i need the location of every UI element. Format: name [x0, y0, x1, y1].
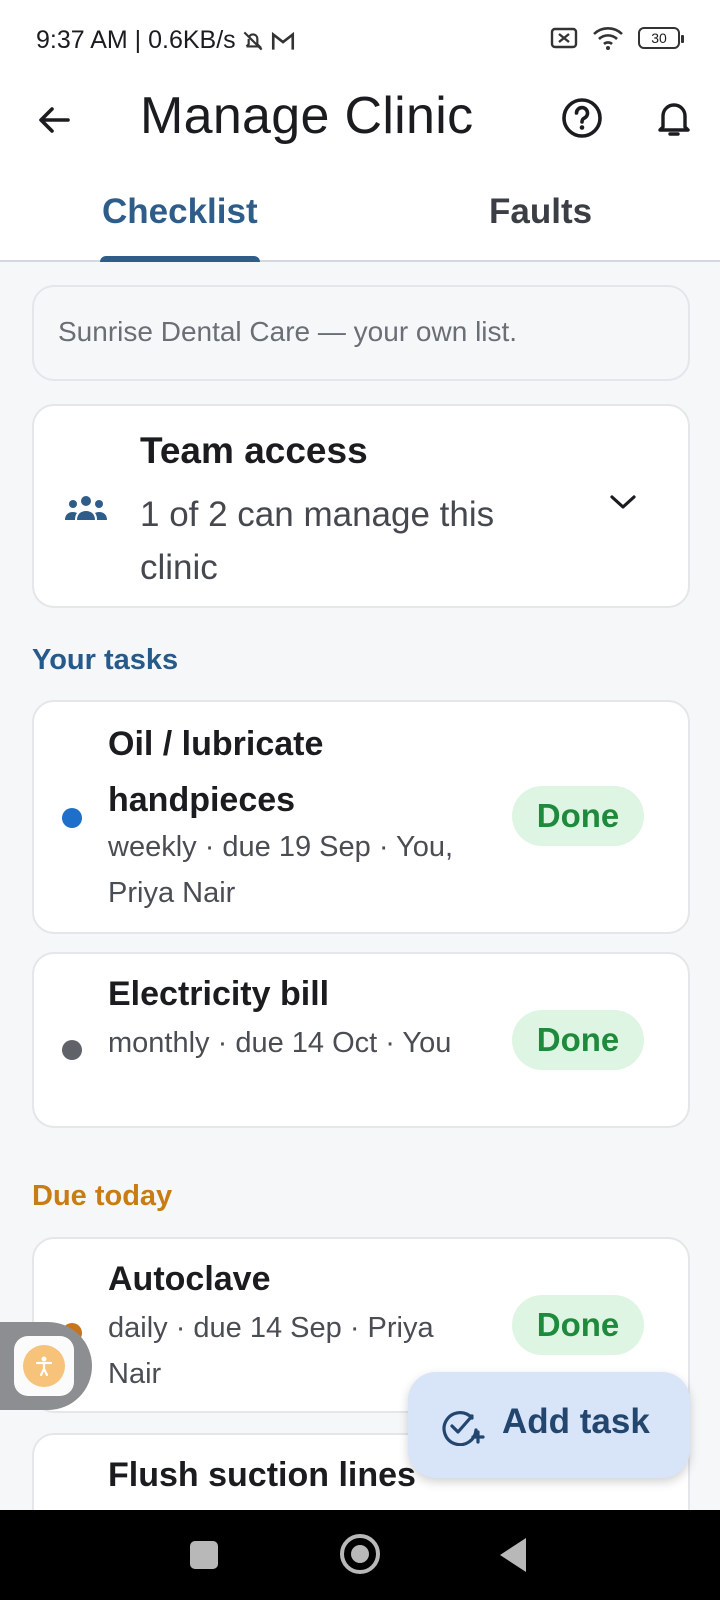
tab-bar: Checklist Faults: [0, 176, 720, 262]
team-access-subtitle: 1 of 2 can manage this clinic: [140, 495, 495, 587]
task-meta: weekly · due 19 Sep · You, Priya Nair: [108, 831, 454, 909]
back-arrow-icon[interactable]: [34, 100, 74, 140]
add-task-label: Add task: [502, 1402, 650, 1441]
task-card[interactable]: Electricity bill monthly · due 14 Oct · …: [32, 952, 690, 1128]
accessibility-float-button[interactable]: [0, 1322, 92, 1410]
battery-icon: 30: [638, 27, 684, 49]
app-bar: Manage Clinic: [0, 80, 720, 176]
status-time: 9:37 AM | 0.6KB/s: [36, 26, 236, 54]
accessibility-icon: [23, 1345, 65, 1387]
section-due-today: Due today: [32, 1180, 173, 1212]
team-access-card[interactable]: Team access 1 of 2 can manage this clini…: [32, 404, 690, 608]
bell-off-icon: [243, 31, 263, 50]
recents-icon[interactable]: [190, 1541, 218, 1569]
help-icon[interactable]: [560, 96, 604, 140]
status-bar: 9:37 AM | 0.6KB/s 30: [0, 0, 720, 80]
status-dot: [62, 808, 82, 828]
info-banner: Sunrise Dental Care — your own list.: [32, 285, 690, 381]
gmail-icon: [271, 31, 294, 50]
home-icon[interactable]: [340, 1534, 380, 1574]
battery-level: 30: [651, 30, 667, 46]
chevron-down-icon[interactable]: [608, 492, 638, 512]
sim-x-icon: [550, 27, 578, 49]
task-card[interactable]: Oil / lubricate handpieces weekly · due …: [32, 700, 690, 934]
done-button[interactable]: Done: [512, 1010, 644, 1070]
section-your-tasks: Your tasks: [32, 644, 179, 676]
notifications-bell-icon[interactable]: [652, 96, 696, 140]
info-banner-text: Sunrise Dental Care — your own list.: [58, 316, 518, 347]
done-button[interactable]: Done: [512, 786, 644, 846]
task-name: Electricity bill: [108, 975, 330, 1013]
active-tab-indicator: [100, 256, 260, 262]
status-right: 30: [550, 26, 684, 50]
team-access-title: Team access: [140, 430, 368, 471]
team-group-icon: [65, 496, 107, 520]
add-task-button[interactable]: Add task: [408, 1372, 690, 1478]
status-dot: [62, 1040, 82, 1060]
done-button[interactable]: Done: [512, 1295, 644, 1355]
status-left: 9:37 AM | 0.6KB/s: [36, 26, 296, 55]
task-name: Oil / lubricate handpieces: [108, 725, 324, 819]
wifi-icon: [593, 27, 623, 50]
page-title: Manage Clinic: [140, 87, 474, 145]
nav-back-icon[interactable]: [500, 1538, 526, 1572]
tab-faults[interactable]: Faults: [489, 192, 592, 232]
system-nav-bar: [0, 1510, 720, 1600]
task-name: Autoclave: [108, 1260, 271, 1298]
tab-checklist[interactable]: Checklist: [102, 192, 258, 232]
accessibility-icon-frame: [14, 1336, 74, 1396]
task-meta: monthly · due 14 Oct · You: [108, 1027, 452, 1059]
add-task-icon: [442, 1411, 485, 1446]
